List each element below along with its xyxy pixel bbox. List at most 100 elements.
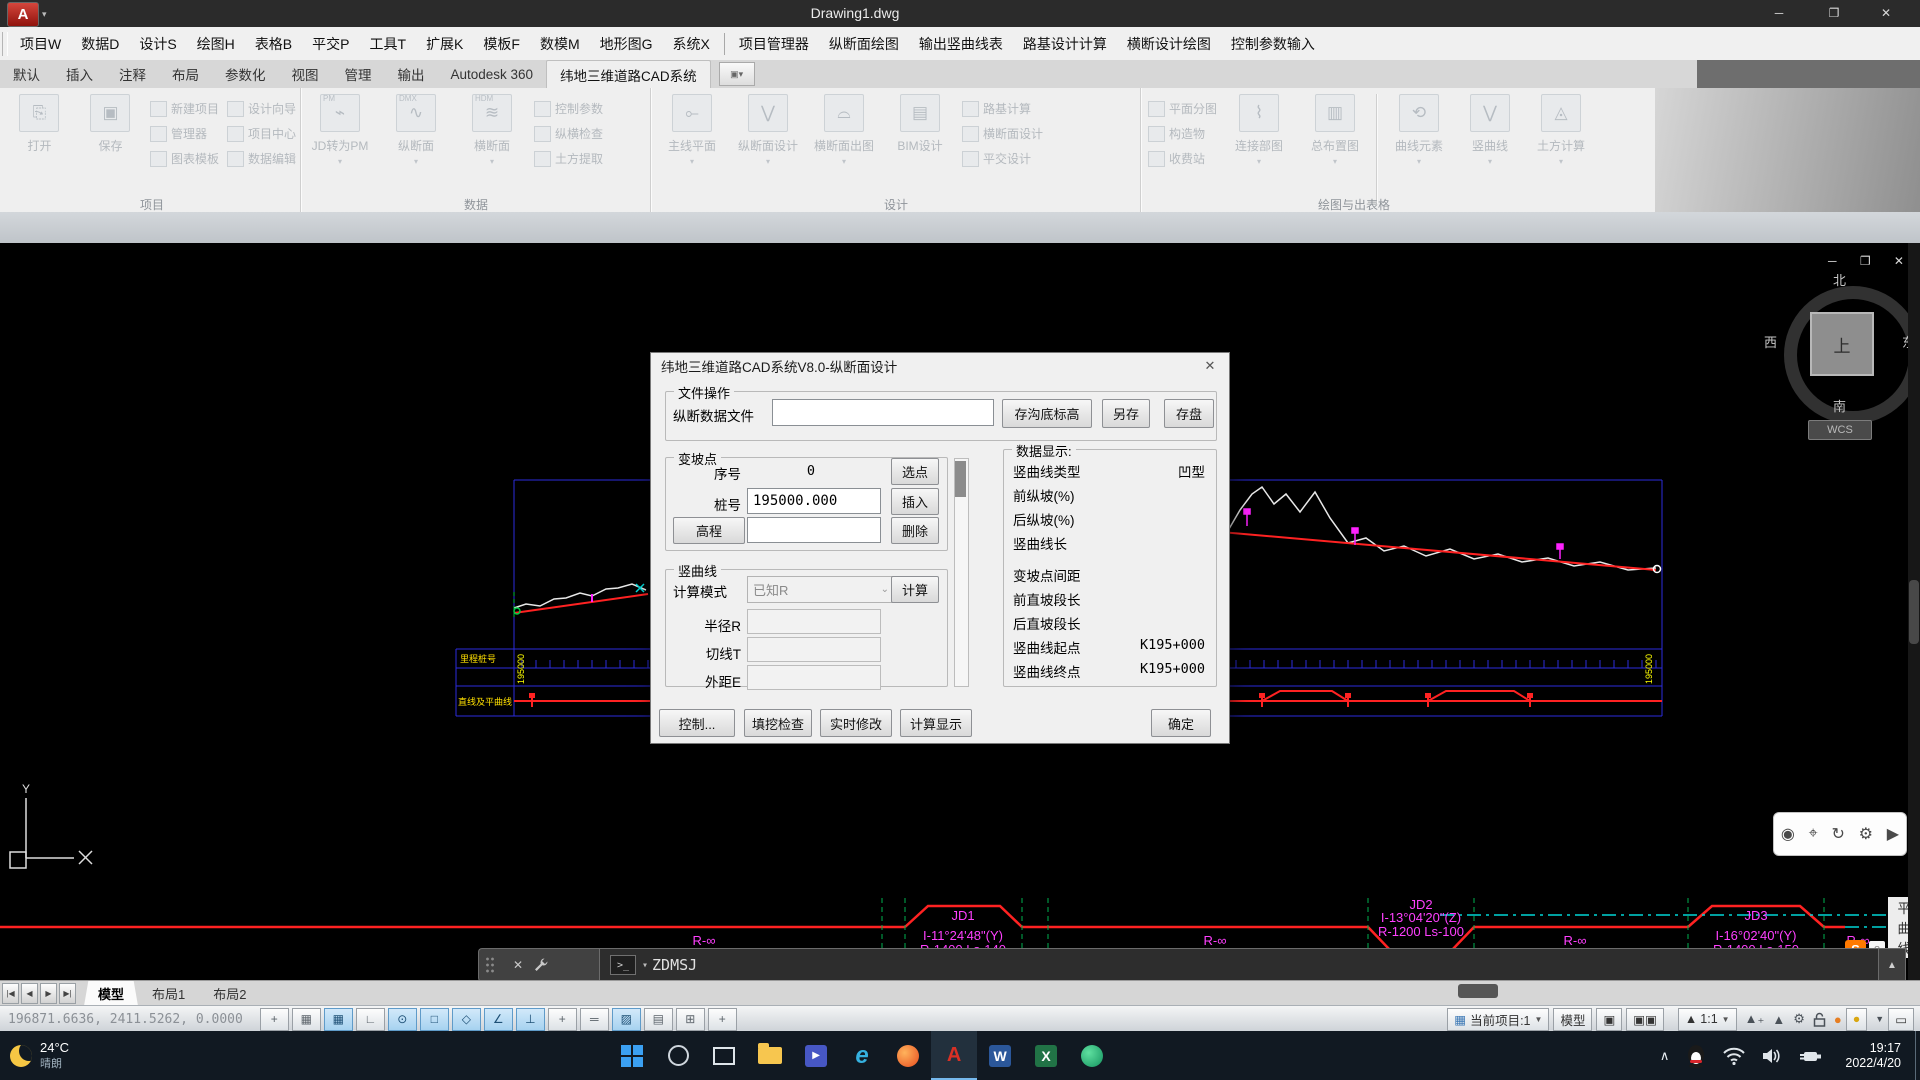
command-bar-handle[interactable]: ✕ xyxy=(478,948,599,982)
dialog-title-bar[interactable]: 纬地三维道路CAD系统V8.0-纵断面设计 xyxy=(651,353,1229,379)
task-view-button[interactable] xyxy=(701,1031,747,1080)
selection-cycling-toggle[interactable]: ⊞ xyxy=(676,1008,705,1031)
dynamic-input-toggle[interactable]: + xyxy=(548,1008,577,1031)
infer-constraints-toggle[interactable]: + xyxy=(260,1008,289,1031)
object-snap-tracking-toggle[interactable]: ∠ xyxy=(484,1008,513,1031)
tab-layout1[interactable]: 布局1 xyxy=(138,981,199,1006)
wifi-icon[interactable] xyxy=(1723,1047,1745,1065)
first-layout-button[interactable]: |◀ xyxy=(2,983,19,1004)
polar-tracking-toggle[interactable]: ⊙ xyxy=(388,1008,417,1031)
command-input[interactable]: >_ ▾ ZDMSJ xyxy=(599,948,1879,982)
drag-grip-icon[interactable] xyxy=(485,956,495,974)
quick-properties-toggle[interactable]: ▤ xyxy=(644,1008,673,1031)
quick-view-drawings-button[interactable]: ▣▣ xyxy=(1626,1008,1664,1031)
edge-button[interactable]: e xyxy=(839,1031,885,1080)
show-desktop-button[interactable] xyxy=(1915,1031,1920,1080)
profile-data-file-input[interactable] xyxy=(772,399,994,426)
cut-fill-check-button[interactable]: 填挖检查 xyxy=(744,709,812,737)
realtime-modify-button[interactable]: 实时修改 xyxy=(820,709,892,737)
lock-icon[interactable] xyxy=(1813,1012,1826,1027)
word-button[interactable]: W xyxy=(977,1031,1023,1080)
power-plug-icon[interactable] xyxy=(1799,1047,1823,1065)
viewcube[interactable]: 北 南 西 东 上 WCS xyxy=(1762,272,1917,450)
save-button[interactable]: 存盘 xyxy=(1164,399,1214,428)
calculate-button[interactable]: 计算 xyxy=(891,576,939,603)
lineweight-toggle[interactable]: ═ xyxy=(580,1008,609,1031)
compass-north-label[interactable]: 北 xyxy=(1833,270,1846,289)
current-project-dropdown[interactable]: ▦ 当前项目:1▼ xyxy=(1447,1008,1549,1031)
snap-mode-toggle[interactable]: ▦ xyxy=(292,1008,321,1031)
clock[interactable]: 19:17 2022/4/20 xyxy=(1845,1041,1901,1071)
pick-point-button[interactable]: 选点 xyxy=(891,458,939,485)
quick-view-layouts-button[interactable]: ▣ xyxy=(1596,1008,1622,1031)
settings-gear-icon[interactable]: ⚙ xyxy=(1859,824,1873,844)
autocad-taskbar-button[interactable]: A xyxy=(931,1031,977,1080)
doc-window-controls[interactable]: ─ ❐ ✕ xyxy=(1828,254,1914,268)
grid-display-toggle[interactable]: ▦ xyxy=(324,1008,353,1031)
layout-scrollbar-thumb[interactable] xyxy=(1458,984,1498,998)
search-button[interactable] xyxy=(655,1031,701,1080)
prev-layout-button[interactable]: ◀ xyxy=(21,983,38,1004)
pan-icon[interactable]: ⌖ xyxy=(1809,825,1818,843)
excel-button[interactable]: X xyxy=(1023,1031,1069,1080)
file-explorer-button[interactable] xyxy=(747,1031,793,1080)
3d-object-snap-toggle[interactable]: ◇ xyxy=(452,1008,481,1031)
orbit-icon[interactable]: ↻ xyxy=(1831,824,1844,844)
radius-input[interactable] xyxy=(747,609,881,634)
app-orange-button[interactable] xyxy=(885,1031,931,1080)
tab-model[interactable]: 模型 xyxy=(84,981,138,1006)
command-close-icon[interactable]: ✕ xyxy=(513,958,523,972)
last-layout-button[interactable]: ▶| xyxy=(59,983,76,1004)
transparency-toggle[interactable]: ▨ xyxy=(612,1008,641,1031)
ok-button[interactable]: 确定 xyxy=(1151,709,1211,737)
station-input[interactable] xyxy=(747,488,881,514)
external-input[interactable] xyxy=(747,665,881,690)
app-green-button[interactable] xyxy=(1069,1031,1115,1080)
tab-layout2[interactable]: 布局2 xyxy=(199,981,260,1006)
dialog-scrollbar[interactable] xyxy=(954,458,969,687)
wrench-icon[interactable] xyxy=(533,957,549,973)
isolate-objects-button[interactable]: ● xyxy=(1846,1008,1868,1031)
navigation-bar[interactable]: ◉ ⌖ ↻ ⚙ ▶ xyxy=(1773,812,1907,856)
tangent-input[interactable] xyxy=(747,637,881,662)
showmotion-icon[interactable]: ▶ xyxy=(1887,824,1899,844)
autoscale-icon[interactable]: ▲ xyxy=(1772,1012,1785,1027)
save-ditch-elevation-button[interactable]: 存沟底标高 xyxy=(1002,399,1092,428)
object-snap-toggle[interactable]: □ xyxy=(420,1008,449,1031)
command-history-button[interactable]: ▲ xyxy=(1879,948,1906,982)
status-menu-icon[interactable]: ▼ xyxy=(1875,1014,1884,1024)
hardware-acceleration-icon[interactable]: ● xyxy=(1834,1012,1842,1027)
insert-button[interactable]: 插入 xyxy=(891,488,939,515)
annotation-scale-dropdown[interactable]: ▲ 1:1▼ xyxy=(1678,1008,1737,1031)
dialog-scrollbar-thumb[interactable] xyxy=(955,461,966,497)
elevation-input[interactable] xyxy=(747,517,881,543)
compass-south-label[interactable]: 南 xyxy=(1833,396,1846,415)
calc-mode-dropdown[interactable]: 已知R ⌄ xyxy=(747,576,895,603)
tray-chevron-icon[interactable]: ∧ xyxy=(1660,1048,1670,1064)
ortho-mode-toggle[interactable]: ∟ xyxy=(356,1008,385,1031)
steering-wheel-icon[interactable]: ◉ xyxy=(1781,824,1795,844)
dialog-close-icon[interactable]: ✕ xyxy=(1199,357,1221,375)
dynamic-ucs-toggle[interactable]: ⊥ xyxy=(516,1008,545,1031)
qq-icon[interactable] xyxy=(1685,1044,1707,1068)
command-dropdown-icon[interactable]: ▾ xyxy=(642,960,648,971)
calc-display-button[interactable]: 计算显示 xyxy=(900,709,972,737)
workspace-gear-icon[interactable]: ⚙ xyxy=(1793,1011,1805,1027)
media-app-button[interactable]: ▶ xyxy=(793,1031,839,1080)
save-as-button[interactable]: 另存 xyxy=(1102,399,1150,428)
viewcube-top-face[interactable]: 上 xyxy=(1810,312,1874,376)
canvas-scrollbar-thumb[interactable] xyxy=(1909,580,1919,644)
model-space-button[interactable]: 模型 xyxy=(1553,1008,1592,1031)
volume-icon[interactable] xyxy=(1761,1047,1783,1065)
elevation-toggle-button[interactable]: 高程 xyxy=(673,517,745,544)
command-text[interactable]: ZDMSJ xyxy=(652,956,697,974)
start-button[interactable] xyxy=(609,1031,655,1080)
clean-screen-button[interactable]: ▭ xyxy=(1888,1008,1914,1031)
next-layout-button[interactable]: ▶ xyxy=(40,983,57,1004)
delete-button[interactable]: 删除 xyxy=(891,517,939,544)
control-button[interactable]: 控制... xyxy=(659,709,735,737)
wcs-dropdown[interactable]: WCS xyxy=(1808,420,1872,440)
annotation-monitor-toggle[interactable]: + xyxy=(708,1008,737,1031)
annotation-visibility-icon[interactable]: ▲₊ xyxy=(1745,1011,1765,1027)
compass-west-label[interactable]: 西 xyxy=(1764,332,1777,351)
